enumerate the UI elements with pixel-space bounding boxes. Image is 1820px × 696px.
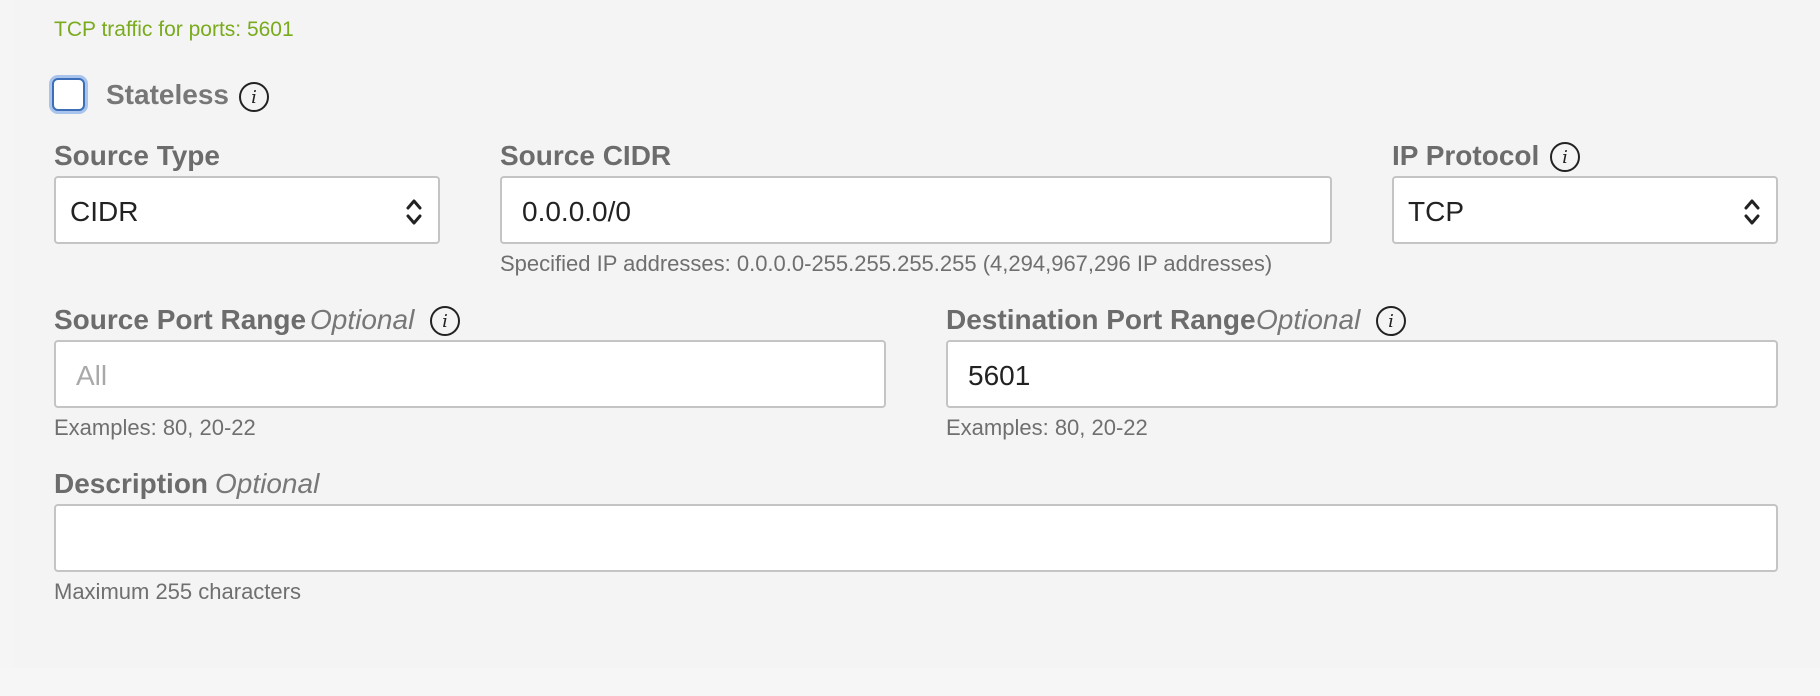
ip-protocol-info-icon[interactable]: i [1550,142,1580,172]
traffic-summary-note: TCP traffic for ports: 5601 [54,18,294,41]
chevron-up-down-icon [406,199,422,225]
stateless-info-icon[interactable]: i [239,82,269,112]
description-optional: Optional [215,468,320,499]
page-background-strip [0,668,1820,696]
destination-port-range-label: Destination Port Range [946,304,1256,335]
source-type-select[interactable]: CIDR [54,176,440,244]
description-label: Description [54,468,209,499]
source-port-range-input[interactable]: All [54,340,886,408]
source-cidr-hint: Specified IP addresses: 0.0.0.0-255.255.… [500,251,1273,276]
source-port-range-placeholder: All [76,360,108,391]
ip-protocol-select[interactable]: TCP [1392,176,1778,244]
destination-port-range-info-icon[interactable]: i [1376,306,1406,336]
chevron-up-down-icon [1744,199,1760,225]
destination-port-range-value: 5601 [968,360,1031,391]
description-input[interactable] [54,504,1778,572]
source-port-range-info-icon[interactable]: i [430,306,460,336]
stateless-checkbox[interactable] [52,78,85,111]
destination-port-range-hint: Examples: 80, 20-22 [946,415,1148,440]
destination-port-range-input[interactable]: 5601 [946,340,1778,408]
source-type-value: CIDR [70,196,139,227]
source-cidr-label: Source CIDR [500,140,672,171]
stateless-label: Stateless [106,79,229,110]
destination-port-range-optional: Optional [1256,304,1361,335]
source-type-label: Source Type [54,140,220,171]
description-hint: Maximum 255 characters [54,579,301,604]
ip-protocol-label: IP Protocol [1392,140,1540,171]
source-port-range-optional: Optional [310,304,415,335]
source-cidr-value: 0.0.0.0/0 [522,196,631,227]
source-port-range-hint: Examples: 80, 20-22 [54,415,256,440]
source-cidr-input[interactable]: 0.0.0.0/0 [500,176,1332,244]
ip-protocol-value: TCP [1408,196,1464,227]
source-port-range-label: Source Port Range [54,304,307,335]
